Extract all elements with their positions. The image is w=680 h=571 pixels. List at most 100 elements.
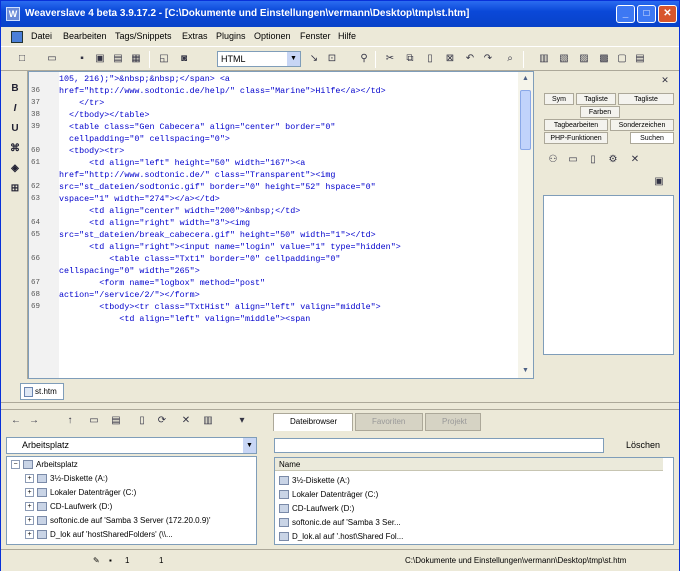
menu-extras[interactable]: Extras [182,31,208,41]
table-icon[interactable]: ⊞ [8,183,22,197]
back-icon[interactable]: ← [9,414,23,428]
layout-icon[interactable]: ▩ [597,52,611,66]
save-all-icon[interactable]: ▣ [93,52,107,66]
underline-icon[interactable]: U [8,123,22,137]
workspace-icon[interactable]: ▥ [537,52,551,66]
tab-suchen[interactable]: Suchen [630,132,674,144]
new-file-icon[interactable]: □ [15,52,29,66]
delete-icon[interactable]: ⊠ [443,52,457,66]
scrollbar-thumb[interactable] [520,90,531,150]
file-icon[interactable]: ▯ [586,153,600,167]
search-results[interactable] [543,195,674,355]
folder-tree[interactable]: − Arbeitsplatz +3½-Diskette (A:) + Lokaler… [6,456,257,545]
panel-splitter[interactable] [1,403,679,410]
close-button[interactable]: ✕ [658,5,677,23]
bold-icon[interactable]: B [8,83,22,97]
tree-item[interactable]: − Arbeitsplatz [11,458,78,471]
workspace-select[interactable]: Arbeitsplatz ▼ [6,437,257,454]
tab-php-funktionen[interactable]: PHP-Funktionen [544,132,608,144]
italic-icon[interactable]: I [8,103,22,117]
clear-button[interactable]: Löschen [612,437,674,454]
list-item[interactable]: softonic.de auf 'Samba 3 Ser... [279,516,401,529]
folder-icon[interactable]: ▭ [566,153,580,167]
close-panel-icon[interactable]: ✕ [658,73,672,87]
view-mode-icon[interactable]: ▤ [109,414,123,428]
file-panel-icon[interactable]: ▧ [557,52,571,66]
redo-icon[interactable]: ↷ [481,52,495,66]
tree-item[interactable]: + softonic.de auf 'Samba 3 Server (172.20… [25,514,210,527]
forward-icon[interactable]: → [27,414,41,428]
list-item[interactable]: CD-Laufwerk (D:) [279,502,354,515]
settings-icon[interactable]: ⚙ [606,153,620,167]
pin-icon[interactable]: ⚲ [357,52,371,66]
tab-sonderzeichen[interactable]: Sonderzeichen [610,119,674,131]
expand-icon[interactable]: + [25,516,34,526]
scroll-down-icon[interactable]: ▼ [518,364,533,378]
open-folder-icon[interactable]: ▭ [45,52,59,66]
link-icon[interactable]: ⌘ [8,143,22,157]
bookmark-icon[interactable]: ▥ [201,414,215,428]
tree-item[interactable]: + Lokaler Datenträger (C:) [25,486,136,499]
language-select[interactable]: HTML ▼ [217,51,301,67]
expand-icon[interactable]: + [25,502,34,512]
menu-icon[interactable]: ▾ [235,414,249,428]
cut-icon[interactable]: ✂ [383,52,397,66]
sidebar-icon[interactable]: ▤ [633,52,647,66]
editor-scrollbar[interactable]: ▲ ▼ [518,72,533,378]
minimize-button[interactable]: _ [616,5,635,23]
binoculars-icon[interactable]: ⚇ [546,153,560,167]
chevron-down-icon[interactable]: ▼ [243,438,256,453]
tab-dateibrowser[interactable]: Dateibrowser [273,413,353,431]
tab-tagbearbeiten[interactable]: Tagbearbeiten [544,119,608,131]
close-file-icon[interactable]: ▦ [129,52,143,66]
expand-icon[interactable]: + [25,530,34,540]
menu-bearbeiten[interactable]: Bearbeiten [63,31,107,41]
preview-icon[interactable]: ◱ [157,52,171,66]
menu-plugins[interactable]: Plugins [216,31,246,41]
tree-item[interactable]: + CD-Laufwerk (D:) [25,500,112,513]
maximize-button[interactable]: □ [637,5,656,23]
tab-sym[interactable]: Sym [544,93,574,105]
up-folder-icon[interactable]: ↑ [63,414,77,428]
tab-farben[interactable]: Farben [580,106,620,118]
save-icon[interactable]: ▪ [75,52,89,66]
scroll-up-icon[interactable]: ▲ [518,72,533,86]
file-list[interactable]: Name 3½-Diskette (A:) Lokaler Datenträge… [274,457,674,545]
menu-tags-snippets[interactable]: Tags/Snippets [115,31,172,41]
menu-datei[interactable]: Datei [31,31,52,41]
delete-file-icon[interactable]: ✕ [179,414,193,428]
code-editor[interactable]: 36 37 38 39 60 61 62 63 64 65 66 67 68 6… [28,71,534,379]
find-icon[interactable]: ⌕ [503,52,517,66]
tab-tagliste[interactable]: Tagliste [576,93,616,105]
tree-item[interactable]: + D_lok auf 'hostSharedFolders' (\\... [25,528,173,541]
tree-item[interactable]: +3½-Diskette (A:) [25,472,108,485]
list-item[interactable]: D_lok.al auf '.host\Shared Fol... [279,530,403,543]
paste-icon[interactable]: ▯ [423,52,437,66]
code-text[interactable]: 105, 216);">&nbsp;&nbsp;</span> <a href=… [59,72,519,378]
remove-icon[interactable]: ✕ [628,153,642,167]
document-icon[interactable] [11,31,23,43]
list-item[interactable]: Lokaler Datenträger (C:) [279,488,378,501]
document-tab[interactable]: st.htm [20,383,64,400]
image-icon[interactable]: ◈ [8,163,22,177]
undo-icon[interactable]: ↶ [463,52,477,66]
expand-icon[interactable]: + [25,474,34,484]
tab-projekt[interactable]: Projekt [425,413,481,431]
tab-favoriten[interactable]: Favoriten [355,413,423,431]
tag-close-icon[interactable]: ⊡ [325,52,339,66]
new-folder-icon[interactable]: ▭ [87,414,101,428]
refresh-icon[interactable]: ⟳ [155,414,169,428]
properties-icon[interactable]: ▯ [135,414,149,428]
title-bar[interactable]: W Weaverslave 4 beta 3.9.17.2 - [C:\Doku… [1,1,679,27]
panel-icon[interactable]: ▨ [577,52,591,66]
copy-icon[interactable]: ⧉ [403,52,417,66]
filter-input[interactable] [274,438,604,453]
menu-hilfe[interactable]: Hilfe [338,31,356,41]
print-icon[interactable]: ▤ [111,52,125,66]
menu-fenster[interactable]: Fenster [300,31,331,41]
tab-tagliste-2[interactable]: Tagliste [618,93,674,105]
save-result-icon[interactable]: ▣ [652,175,666,189]
collapse-icon[interactable]: − [11,460,20,470]
chevron-down-icon[interactable]: ▼ [287,52,300,66]
tag-icon[interactable]: ↘ [307,52,321,66]
